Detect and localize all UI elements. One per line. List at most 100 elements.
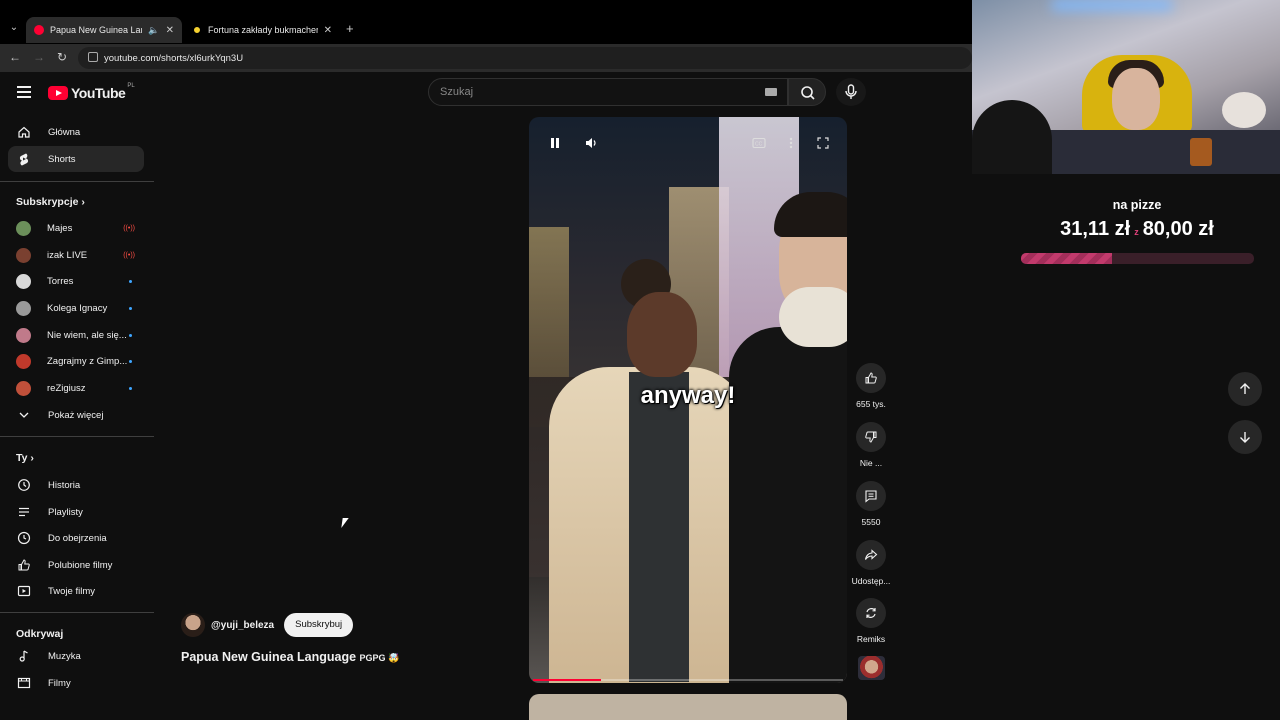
youtube-play-icon [48, 86, 68, 100]
sidebar-item-watch-later[interactable]: Do obejrzenia [8, 525, 144, 551]
sidebar-item-liked-videos[interactable]: Polubione filmy [8, 552, 144, 578]
share-action[interactable]: Udostęp... [848, 540, 894, 586]
channel-handle[interactable]: @yuji_beleza [211, 620, 274, 631]
like-action[interactable]: 655 tys. [848, 363, 894, 409]
donation-progress-bar [1021, 253, 1254, 264]
sidebar-item-subscription[interactable]: reZigiusz [8, 375, 144, 401]
sidebar-item-shorts[interactable]: Shorts [8, 146, 144, 172]
browser-toolbar: ← → ↻ youtube.com/shorts/xl6urkYqn3U [0, 44, 972, 72]
sidebar-item-playlists[interactable]: Playlisty [8, 499, 144, 525]
like-button[interactable] [856, 363, 886, 393]
fortuna-favicon-icon [192, 25, 202, 35]
voice-search-button[interactable] [836, 78, 866, 106]
comment-icon [865, 490, 877, 503]
remix-icon [866, 608, 876, 618]
show-more-button[interactable]: Pokaż więcej [8, 402, 144, 428]
remix-action[interactable]: Remiks [848, 598, 894, 644]
keyboard-icon[interactable] [765, 88, 777, 96]
webcam-frame [1052, 0, 1172, 10]
sound-thumbnail[interactable] [858, 656, 885, 680]
speaker-icon [586, 138, 596, 148]
short-title[interactable]: Papua New Guinea Language PGPG 🤯 [181, 650, 399, 664]
volume-button[interactable] [579, 131, 603, 155]
video-progress-bar[interactable] [533, 679, 843, 681]
previous-short-button[interactable] [1228, 372, 1262, 406]
webcam-frame [1112, 68, 1160, 130]
speaker-icon[interactable]: 🔈 [148, 25, 159, 36]
video-frame [729, 327, 847, 683]
sidebar-item-label: izak LIVE [47, 249, 88, 261]
you-heading[interactable]: Ty › [16, 452, 34, 464]
browser-tab-bar: ⌄ Papua New Guinea Langua 🔈 ✕ Fortuna za… [0, 0, 972, 44]
sidebar-item-music[interactable]: Muzyka [8, 643, 144, 669]
sidebar-item-label: Torres [47, 275, 74, 287]
new-content-dot [129, 306, 132, 310]
sidebar-item-label: reZigiusz [47, 382, 86, 394]
search-input[interactable]: Szukaj [428, 78, 788, 106]
donation-progress-fill [1021, 253, 1112, 264]
remix-label: Remiks [856, 634, 886, 644]
sidebar-item-subscription[interactable]: Zagrajmy z Gimp... [8, 348, 144, 374]
back-arrow-icon[interactable]: ← [9, 50, 21, 64]
more-options-button[interactable] [779, 131, 803, 155]
fullscreen-button[interactable] [811, 131, 835, 155]
dislike-action[interactable]: Nie ... [848, 422, 894, 468]
tab-search-chevron-icon[interactable]: ⌄ [6, 20, 22, 36]
sidebar-item-label: Playlisty [48, 506, 83, 518]
avatar [16, 380, 31, 396]
next-short-button[interactable] [1228, 420, 1262, 454]
address-bar[interactable]: youtube.com/shorts/xl6urkYqn3U [78, 47, 972, 69]
reload-icon[interactable]: ↻ [57, 50, 67, 64]
subscriptions-heading[interactable]: Subskrypcje › [16, 196, 85, 208]
sidebar-item-your-videos[interactable]: Twoje filmy [8, 578, 144, 604]
forward-arrow-icon[interactable]: → [33, 50, 45, 64]
subscribe-button[interactable]: Subskrybuj [284, 613, 354, 637]
chevron-right-icon: › [81, 196, 85, 208]
sidebar-item-label: Majes [47, 222, 73, 234]
country-code: PL [127, 83, 135, 89]
new-content-dot [129, 359, 132, 363]
site-settings-icon[interactable] [88, 52, 98, 62]
close-tab-icon[interactable]: ✕ [324, 25, 332, 36]
sidebar-item-subscription[interactable]: Majes ((•)) [8, 215, 144, 241]
url-text: youtube.com/shorts/xl6urkYqn3U [104, 52, 244, 64]
new-tab-plus-icon[interactable]: + [346, 21, 354, 36]
channel-avatar[interactable] [181, 613, 205, 637]
sidebar-item-label: Polubione filmy [48, 559, 113, 571]
sidebar-item-home[interactable]: Główna [8, 119, 144, 145]
share-button[interactable] [856, 540, 886, 570]
new-content-dot [129, 279, 132, 283]
sidebar-item-subscription[interactable]: Nie wiem, ale się... [8, 322, 144, 348]
tab-youtube[interactable]: Papua New Guinea Langua 🔈 ✕ [26, 17, 182, 43]
youtube-header: YouTube PL Szukaj [0, 72, 972, 116]
webcam-overlay [972, 0, 1280, 174]
youtube-logo[interactable]: YouTube PL [48, 83, 135, 101]
sidebar-item-history[interactable]: Historia [8, 472, 144, 498]
live-icon: ((•)) [123, 251, 135, 259]
webcam-frame [1222, 92, 1266, 128]
comments-action[interactable]: 5550 [848, 481, 894, 527]
close-tab-icon[interactable]: ✕ [166, 25, 174, 36]
sidebar-item-label: Twoje filmy [48, 585, 95, 597]
search-button[interactable] [788, 78, 826, 106]
comments-button[interactable] [856, 481, 886, 511]
like-count: 655 tys. [856, 399, 886, 409]
short-title-tag: PGPG 🤯 [359, 653, 400, 663]
pause-button[interactable] [543, 131, 567, 155]
dislike-button[interactable] [856, 422, 886, 452]
sidebar-item-subscription[interactable]: Torres [8, 268, 144, 294]
new-content-dot [129, 386, 132, 390]
remix-button[interactable] [856, 598, 886, 628]
tab-fortuna[interactable]: Fortuna zakłady bukmacherskie ✕ [184, 17, 340, 43]
video-progress-fill [533, 679, 602, 681]
next-short-preview[interactable] [529, 694, 847, 720]
donation-goal-label: na pizze [1112, 198, 1162, 212]
sidebar-item-films[interactable]: Filmy [8, 670, 144, 696]
sidebar-item-subscription[interactable]: Kolega Ignacy [8, 295, 144, 321]
menu-icon[interactable] [17, 86, 31, 98]
captions-button[interactable]: CC [747, 131, 771, 155]
thumbs-up-icon [16, 557, 32, 573]
sidebar-item-subscription[interactable]: izak LIVE ((•)) [8, 242, 144, 268]
shorts-video-player[interactable]: CC anyway! [529, 117, 847, 683]
new-content-dot [129, 333, 132, 337]
